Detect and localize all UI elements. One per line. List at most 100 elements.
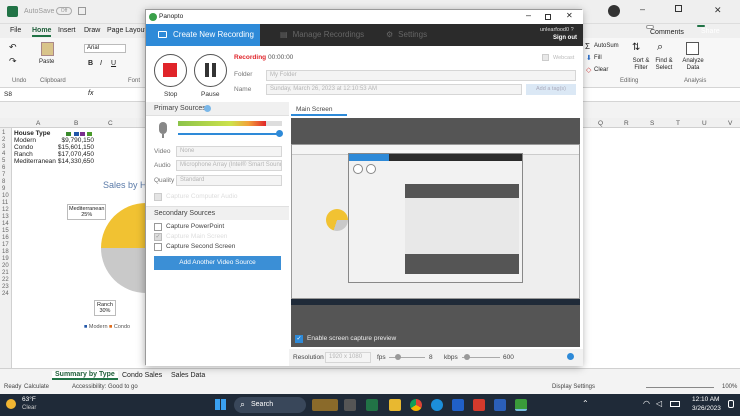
recording-name-input[interactable]: Sunday, March 26, 2023 at 12:10:53 AM [266,84,522,95]
sort-filter-label[interactable]: Sort & Filter [630,58,652,72]
weather-temp[interactable]: 63°F [22,396,36,403]
kbps-handle[interactable] [464,354,470,360]
sales-value-cell[interactable]: $9,790,150 [56,137,94,144]
webcast-checkbox[interactable] [542,54,549,61]
zoom-slider[interactable] [646,387,714,388]
tray-chevron-icon[interactable]: ⌃ [582,399,589,408]
row-number[interactable]: 18 [2,249,9,255]
row-number[interactable]: 17 [2,242,9,248]
row-number[interactable]: 8 [2,179,5,185]
sales-value-cell[interactable]: $14,330,650 [56,158,94,165]
paste-label[interactable]: Paste [39,59,54,65]
row-number[interactable]: 20 [2,263,9,269]
clear-icon[interactable]: ◇ [586,66,591,74]
clear-label[interactable]: Clear [594,67,608,73]
col-s[interactable]: S [650,120,654,127]
widget-icon[interactable] [312,399,338,411]
col-t[interactable]: T [676,120,680,127]
excel-close-icon[interactable]: ✕ [714,5,722,16]
col-a[interactable]: A [36,120,40,127]
volume-icon[interactable]: ◁ [656,399,662,408]
row-number[interactable]: 14 [2,221,9,227]
zoom-level[interactable]: 100% [722,384,737,390]
row-number[interactable]: 6 [2,165,5,171]
col-b[interactable]: B [74,120,78,127]
edge-icon[interactable] [431,399,443,411]
redo-icon[interactable]: ↷ [9,56,17,67]
capture-computer-audio-checkbox[interactable] [154,193,162,201]
menu-page-layout[interactable]: Page Layout [107,27,146,34]
preview-help-icon[interactable] [567,353,574,360]
audio-select[interactable]: Microphone Array (Intel® Smart Sound) [176,160,282,171]
panopto-minimize-icon[interactable]: – [526,10,531,20]
add-video-source-button[interactable]: Add Another Video Source [154,256,281,270]
find-select-label[interactable]: Find & Select [653,58,675,72]
capture-powerpoint-checkbox[interactable] [154,223,162,231]
undo-icon[interactable]: ↶ [9,42,17,53]
italic-button[interactable]: I [100,60,102,67]
autosum-icon[interactable]: Σ [585,42,590,51]
row-number[interactable]: 1 [2,130,5,136]
acrobat-icon[interactable] [473,399,485,411]
autosum-label[interactable]: AutoSum [594,43,619,49]
row-number[interactable]: 16 [2,235,9,241]
capture-second-screen-checkbox[interactable] [154,243,162,251]
battery-icon[interactable] [670,401,680,407]
quality-select[interactable]: Standard [176,175,282,186]
save-icon[interactable] [78,7,86,15]
share-button[interactable]: Share [697,25,720,35]
enable-preview-checkbox[interactable]: ✓ [295,335,303,343]
file-explorer-icon[interactable] [389,399,401,411]
menu-draw[interactable]: Draw [84,27,100,34]
autosave-toggle[interactable]: Off [56,7,72,15]
bold-button[interactable]: B [88,60,93,67]
sales-value-cell[interactable]: $15,601,150 [56,144,94,151]
col-q[interactable]: Q [598,120,603,127]
folder-select[interactable]: My Folder [266,70,576,81]
row-number[interactable]: 19 [2,256,9,262]
row-number[interactable]: 10 [2,193,9,199]
analyze-data-label[interactable]: Analyze Data [682,58,704,72]
audio-gain-handle[interactable] [276,130,283,137]
start-icon[interactable] [215,399,226,410]
sales-value-cell[interactable]: $17,070,450 [56,151,94,158]
menu-insert[interactable]: Insert [58,27,76,34]
add-tags-button[interactable]: Add a tag(s) [526,84,576,95]
row-number[interactable]: 11 [2,200,8,206]
main-screen-tab[interactable]: Main Screen [291,104,347,116]
menu-file[interactable]: File [10,27,21,34]
analyze-data-icon[interactable] [686,42,699,55]
row-number[interactable]: 22 [2,277,9,283]
capture-second-screen-label[interactable]: Capture Second Screen [166,243,235,250]
tab-settings[interactable]: ⚙ Settings [382,24,442,46]
row-number[interactable]: 7 [2,172,5,178]
panopto-maximize-icon[interactable] [545,14,551,20]
fill-icon[interactable]: ⬇ [586,54,592,62]
house-type-cell[interactable]: Ranch [14,151,33,158]
status-calculate[interactable]: Calculate [24,384,49,390]
panopto-taskbar-icon[interactable] [515,399,527,411]
resolution-select[interactable]: 1920 x 1080 [325,352,371,363]
row-number[interactable]: 9 [2,186,5,192]
help-icon[interactable] [204,105,211,112]
webcast-label[interactable]: Webcast [553,55,574,61]
paste-icon[interactable] [41,42,54,56]
panopto-close-icon[interactable]: ✕ [566,11,573,20]
weather-desc[interactable]: Clear [22,405,36,411]
row-number[interactable]: 3 [2,144,5,150]
capture-main-screen-checkbox[interactable]: ✓ [154,233,162,241]
house-type-cell[interactable]: Mediterranean [14,158,56,165]
capture-main-screen-label[interactable]: Capture Main Screen [166,233,227,240]
excel-taskbar-icon[interactable] [366,399,378,411]
outlook-icon[interactable] [452,399,464,411]
row-number[interactable]: 13 [2,214,9,220]
row-number[interactable]: 23 [2,284,9,290]
sheet-tab-condo[interactable]: Condo Sales [122,372,162,379]
video-select[interactable]: None [176,146,282,157]
enable-preview-label[interactable]: Enable screen capture preview [307,335,396,342]
row-number[interactable]: 21 [2,270,9,276]
row-number[interactable]: 15 [2,228,9,234]
stop-button[interactable] [154,54,187,87]
clock-date[interactable]: 3/26/2023 [692,405,721,412]
tab-manage-recordings[interactable]: ▤ Manage Recordings [270,24,374,46]
